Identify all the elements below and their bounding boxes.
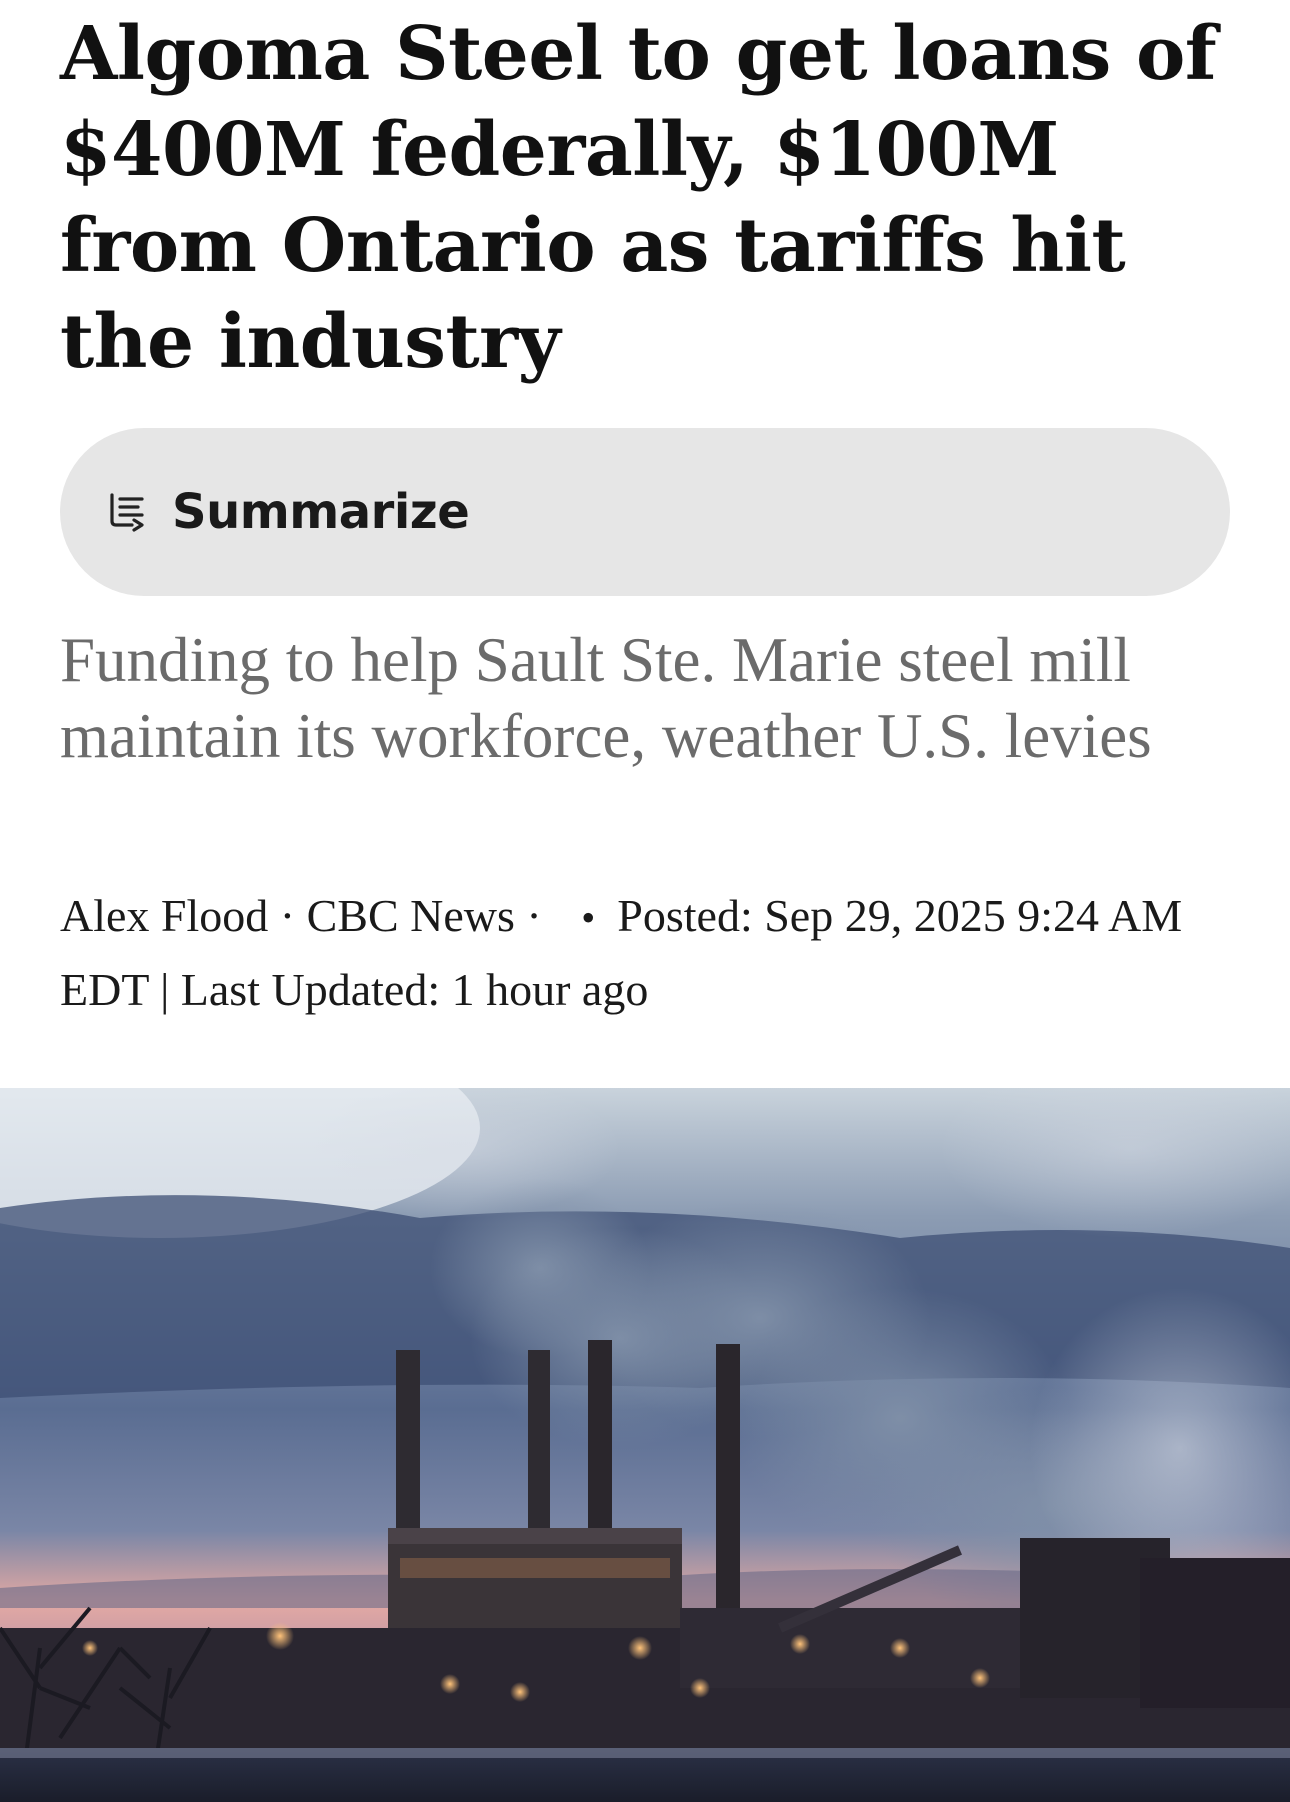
summarize-label: Summarize [172,484,470,540]
outlet-link[interactable]: CBC News [307,890,515,941]
article: Algoma Steel to get loans of $400M feder… [0,0,1290,1802]
headline: Algoma Steel to get loans of $400M feder… [60,11,1217,385]
summarize-icon [108,491,150,533]
byline: Alex Flood · CBC News · • Posted: Sep 29,… [60,880,1240,1026]
byline-separator: · [514,890,554,941]
byline-separator: · [268,890,307,941]
hero-image [0,1088,1290,1802]
steel-mill-photo [0,1088,1290,1802]
author-link[interactable]: Alex Flood [60,890,268,941]
summarize-button[interactable]: Summarize [60,428,1230,596]
article-deck: Funding to help Sault Ste. Marie steel m… [60,625,1152,771]
byline-bullet: • [581,895,596,940]
